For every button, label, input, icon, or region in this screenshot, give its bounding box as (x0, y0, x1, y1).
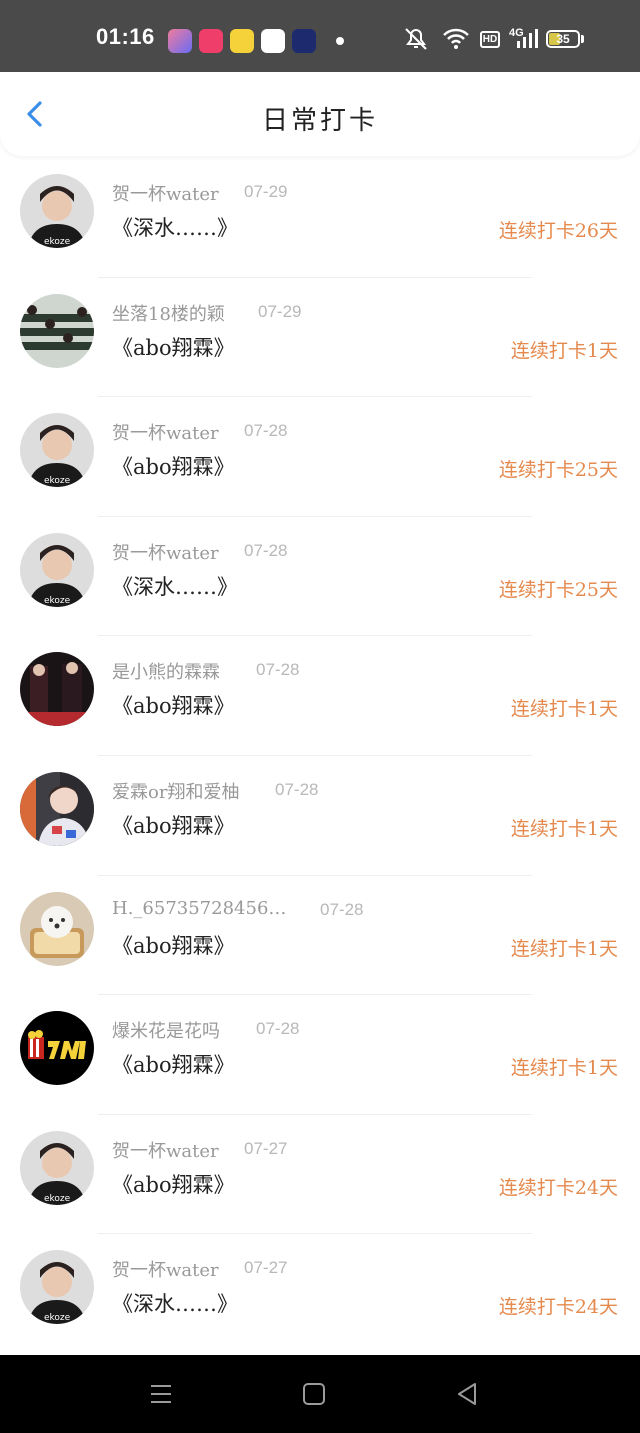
streak-label: 连续打卡1天 (510, 817, 618, 840)
status-time: 01:16 (96, 24, 155, 49)
post-date: 07-28 (256, 1019, 300, 1039)
user-name[interactable]: H._65735728456… (112, 898, 286, 919)
avatar[interactable]: ekoze (20, 174, 94, 248)
checkin-list: ekoze 贺一杯water 07-29 《深水……》 连续打卡26天 坐落18… (0, 158, 640, 1354)
battery-icon: 35 (546, 30, 580, 48)
book-title[interactable]: 《深水……》 (112, 212, 238, 242)
menu-icon[interactable] (148, 1381, 174, 1407)
app-icon-4 (261, 29, 285, 53)
post-date: 07-28 (244, 540, 288, 560)
nav-bar: 日常打卡 (0, 72, 640, 156)
user-name[interactable]: 贺一杯water (112, 539, 219, 565)
post-date: 07-28 (256, 660, 300, 680)
back-icon[interactable] (454, 1381, 480, 1407)
avatar[interactable] (20, 891, 94, 966)
book-title[interactable]: 《abo翔霖》 (112, 1049, 235, 1079)
book-title[interactable]: 《abo翔霖》 (112, 930, 235, 960)
user-name[interactable]: 贺一杯water (112, 419, 219, 445)
hd-badge: HD (480, 31, 500, 48)
streak-label: 连续打卡25天 (498, 459, 618, 482)
streak-label: 连续打卡25天 (498, 578, 618, 601)
status-bar: 01:16 HD 4G 35 (0, 0, 640, 72)
list-item[interactable]: 爆米花是花吗 07-28 《abo翔霖》 连续打卡1天 (0, 995, 640, 1115)
app-icon-1 (168, 29, 192, 53)
book-title[interactable]: 《深水……》 (112, 1288, 238, 1318)
book-title[interactable]: 《深水……》 (112, 571, 238, 601)
streak-label: 连续打卡1天 (510, 339, 618, 362)
list-item[interactable]: ekoze 贺一杯water 07-27 《深水……》 连续打卡24天 (0, 1234, 640, 1354)
list-item[interactable]: ekoze 贺一杯water 07-28 《abo翔霖》 连续打卡25天 (0, 397, 640, 517)
svg-text:ekoze: ekoze (44, 1313, 71, 1323)
home-icon[interactable] (301, 1381, 327, 1407)
app-icon-5 (292, 29, 316, 53)
book-title[interactable]: 《abo翔霖》 (112, 332, 235, 362)
svg-text:ekoze: ekoze (44, 476, 71, 486)
list-item[interactable]: H._65735728456… 07-28 《abo翔霖》 连续打卡1天 (0, 876, 640, 996)
book-title[interactable]: 《abo翔霖》 (112, 690, 235, 720)
avatar[interactable] (20, 1011, 94, 1086)
list-item[interactable]: ekoze 贺一杯water 07-29 《深水……》 连续打卡26天 (0, 158, 640, 278)
streak-label: 连续打卡1天 (510, 698, 618, 721)
streak-label: 连续打卡1天 (510, 937, 618, 960)
user-name[interactable]: 是小熊的霖霖 (112, 658, 220, 684)
avatar[interactable] (20, 293, 94, 368)
user-name[interactable]: 贺一杯water (112, 1256, 219, 1282)
post-date: 07-28 (244, 421, 288, 441)
system-nav-bar (0, 1355, 640, 1433)
post-date: 07-29 (244, 182, 288, 201)
streak-label: 连续打卡26天 (498, 220, 618, 242)
post-date: 07-27 (244, 1258, 288, 1278)
avatar[interactable]: ekoze (20, 1130, 94, 1205)
user-name[interactable]: 贺一杯water (112, 180, 219, 206)
notification-dot (336, 37, 344, 45)
avatar[interactable] (20, 652, 94, 727)
list-item[interactable]: ekoze 贺一杯water 07-28 《深水……》 连续打卡25天 (0, 517, 640, 637)
svg-text:ekoze: ekoze (44, 596, 71, 606)
app-icon-2 (199, 29, 223, 53)
streak-label: 连续打卡1天 (510, 1057, 618, 1080)
book-title[interactable]: 《abo翔霖》 (112, 1169, 235, 1199)
book-title[interactable]: 《abo翔霖》 (112, 451, 235, 481)
user-name[interactable]: 贺一杯water (112, 1137, 219, 1163)
user-name[interactable]: 坐落18楼的颖 (112, 300, 225, 326)
svg-text:ekoze: ekoze (44, 237, 71, 247)
post-date: 07-27 (244, 1138, 288, 1158)
avatar[interactable] (20, 771, 94, 846)
svg-text:ekoze: ekoze (44, 1194, 71, 1204)
user-name[interactable]: 爱霖or翔和爱柚 (112, 778, 239, 804)
signal-icon (517, 29, 538, 48)
post-date: 07-29 (258, 301, 302, 321)
mute-icon (405, 28, 427, 50)
post-date: 07-28 (275, 779, 319, 799)
avatar[interactable]: ekoze (20, 532, 94, 607)
battery-nub (581, 35, 584, 43)
streak-label: 连续打卡24天 (498, 1296, 618, 1319)
battery-level: 35 (556, 32, 570, 46)
list-item[interactable]: 爱霖or翔和爱柚 07-28 《abo翔霖》 连续打卡1天 (0, 756, 640, 876)
list-item[interactable]: 是小熊的霖霖 07-28 《abo翔霖》 连续打卡1天 (0, 636, 640, 756)
avatar[interactable]: ekoze (20, 1250, 94, 1325)
wifi-icon (443, 28, 469, 49)
app-icon-3 (230, 29, 254, 53)
user-name[interactable]: 爆米花是花吗 (112, 1017, 220, 1043)
page-title: 日常打卡 (261, 106, 378, 136)
list-item[interactable]: 坐落18楼的颖 07-29 《abo翔霖》 连续打卡1天 (0, 278, 640, 398)
post-date: 07-28 (320, 899, 364, 919)
avatar[interactable]: ekoze (20, 413, 94, 488)
book-title[interactable]: 《abo翔霖》 (112, 810, 235, 840)
streak-label: 连续打卡24天 (498, 1176, 618, 1199)
list-item[interactable]: ekoze 贺一杯water 07-27 《abo翔霖》 连续打卡24天 (0, 1115, 640, 1235)
